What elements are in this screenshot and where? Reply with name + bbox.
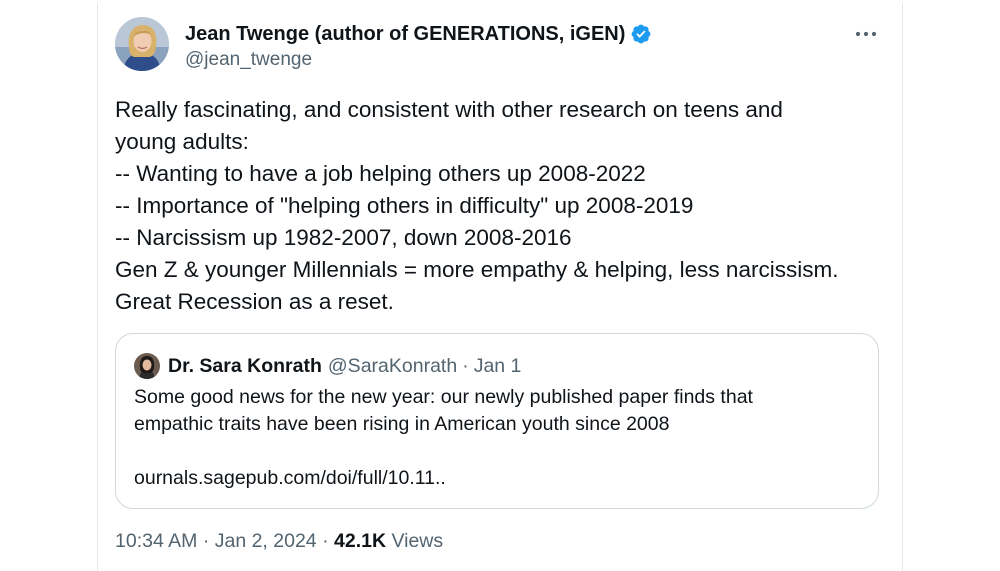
- quoted-author-avatar[interactable]: [134, 353, 160, 379]
- quoted-tweet-link[interactable]: ournals.sagepub.com/doi/full/10.11..: [134, 465, 446, 492]
- quoted-tweet-text: Some good news for the new year: our new…: [134, 384, 854, 438]
- verified-badge-icon[interactable]: [630, 23, 652, 45]
- meta-separator: ·: [322, 530, 334, 552]
- quoted-tweet[interactable]: Dr. Sara Konrath @SaraKonrath · Jan 1 So…: [115, 333, 879, 509]
- tweet-card: Jean Twenge (author of GENERATIONS, iGEN…: [97, 3, 903, 571]
- tweet-time[interactable]: 10:34 AM: [115, 530, 197, 552]
- more-horizontal-icon: [855, 31, 877, 37]
- more-options-button[interactable]: [852, 21, 880, 47]
- quoted-author-avatar-image: [134, 353, 160, 379]
- quoted-author-name[interactable]: Dr. Sara Konrath: [168, 355, 322, 378]
- tweet-text-line: Great Recession as a reset.: [115, 289, 394, 314]
- views-count: 42.1K: [334, 530, 387, 552]
- tweet-text-line: Gen Z & younger Millennials = more empat…: [115, 257, 839, 282]
- quoted-tweet-date[interactable]: Jan 1: [474, 355, 522, 378]
- author-display-name[interactable]: Jean Twenge (author of GENERATIONS, iGEN…: [185, 23, 625, 46]
- tweet-text-line: -- Narcissism up 1982-2007, down 2008-20…: [115, 225, 572, 250]
- meta-separator: ·: [202, 530, 215, 552]
- author-name-row: Jean Twenge (author of GENERATIONS, iGEN…: [185, 21, 652, 47]
- author-avatar-image: [115, 17, 169, 71]
- tweet-text-line: Really fascinating, and consistent with …: [115, 97, 783, 122]
- quoted-author-handle[interactable]: @SaraKonrath: [328, 355, 457, 378]
- quoted-text-line: empathic traits have been rising in Amer…: [134, 413, 670, 435]
- author-handle[interactable]: @jean_twenge: [185, 49, 312, 71]
- views-label: Views: [391, 530, 444, 552]
- quoted-tweet-header: Dr. Sara Konrath @SaraKonrath · Jan 1: [168, 353, 521, 379]
- tweet-date[interactable]: Jan 2, 2024: [215, 530, 317, 552]
- tweet-meta: 10:34 AM · Jan 2, 2024 · 42.1K Views: [115, 530, 443, 553]
- tweet-text: Really fascinating, and consistent with …: [115, 94, 895, 318]
- author-avatar[interactable]: [115, 17, 169, 71]
- tweet-text-line: -- Wanting to have a job helping others …: [115, 161, 646, 186]
- tweet-text-line: young adults:: [115, 129, 249, 154]
- quoted-separator: ·: [462, 354, 469, 377]
- tweet-text-line: -- Importance of "helping others in diff…: [115, 193, 694, 218]
- quoted-text-line: Some good news for the new year: our new…: [134, 386, 753, 408]
